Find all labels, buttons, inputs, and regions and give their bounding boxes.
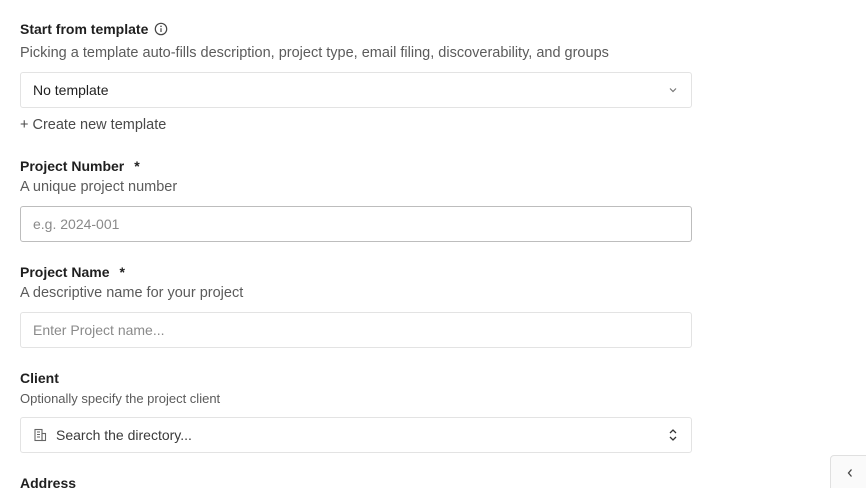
project-name-placeholder: Enter Project name... bbox=[33, 322, 165, 338]
client-label-row: Client bbox=[20, 370, 59, 386]
project-name-input[interactable]: Enter Project name... bbox=[20, 312, 692, 348]
address-label: Address bbox=[20, 475, 77, 488]
address-label-row: Address bbox=[20, 475, 76, 488]
project-number-placeholder: e.g. 2024-001 bbox=[33, 216, 120, 232]
project-name-label-row: Project Name * bbox=[20, 264, 125, 280]
info-icon[interactable] bbox=[154, 22, 168, 36]
new-project-form-page: Start from template Picking a template a… bbox=[0, 0, 866, 488]
client-description: Optionally specify the project client bbox=[20, 391, 221, 406]
client-search-placeholder: Search the directory... bbox=[56, 427, 192, 443]
project-number-input[interactable]: e.g. 2024-001 bbox=[20, 206, 692, 242]
template-select[interactable]: No template bbox=[20, 72, 692, 108]
template-selected-value: No template bbox=[33, 82, 109, 98]
project-name-label: Project Name bbox=[20, 264, 110, 280]
create-template-link[interactable]: + Create new template bbox=[20, 117, 166, 133]
template-description: Picking a template auto-fills descriptio… bbox=[20, 45, 609, 61]
template-label-row: Start from template bbox=[20, 21, 168, 37]
client-label: Client bbox=[20, 370, 59, 386]
project-name-description: A descriptive name for your project bbox=[20, 285, 244, 301]
chevron-left-icon bbox=[845, 466, 855, 484]
project-number-description: A unique project number bbox=[20, 179, 178, 195]
template-label: Start from template bbox=[20, 21, 149, 37]
chevron-up-down-icon bbox=[667, 428, 679, 442]
building-icon bbox=[33, 428, 47, 442]
chevron-down-icon bbox=[667, 84, 679, 96]
project-number-label-row: Project Number * bbox=[20, 158, 140, 174]
panel-collapse-button[interactable] bbox=[830, 455, 866, 488]
project-number-label: Project Number bbox=[20, 158, 125, 174]
client-search-select[interactable]: Search the directory... bbox=[20, 417, 692, 453]
required-marker: * bbox=[119, 264, 125, 280]
required-marker: * bbox=[134, 158, 140, 174]
